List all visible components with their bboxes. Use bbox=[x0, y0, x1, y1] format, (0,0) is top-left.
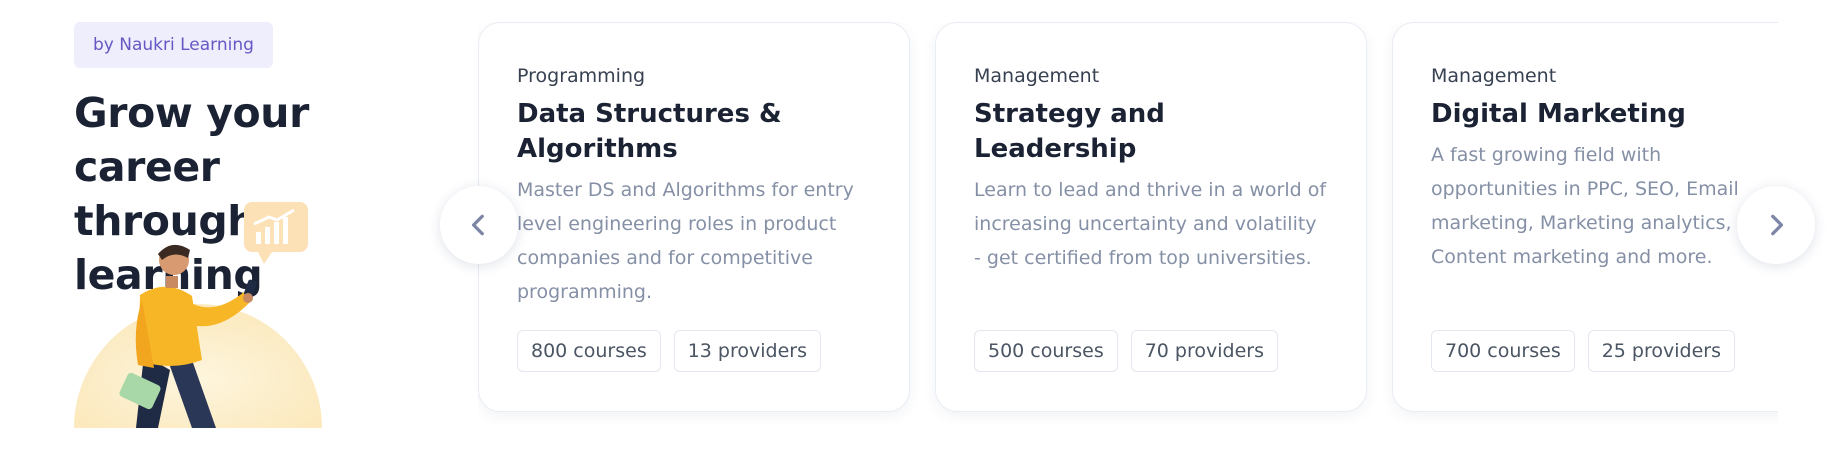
brand-badge: by Naukri Learning bbox=[74, 22, 273, 68]
card-category: Programming bbox=[517, 65, 646, 87]
carousel-next-button[interactable] bbox=[1737, 186, 1815, 264]
card-description: Learn to lead and thrive in a world of i… bbox=[974, 179, 1327, 269]
providers-count: 70 providers bbox=[1130, 330, 1278, 372]
bar-chart-icon bbox=[244, 202, 308, 264]
courses-count: 700 courses bbox=[1431, 330, 1575, 372]
card-stats: 700 courses 25 providers bbox=[1431, 330, 1735, 372]
course-carousel: Programming Data Structures & Algorithms… bbox=[478, 22, 1778, 442]
card-title: Strategy and Leadership bbox=[974, 99, 1165, 164]
courses-count: 500 courses bbox=[974, 330, 1118, 372]
card-stats: 800 courses 13 providers bbox=[517, 330, 821, 372]
card-title: Data Structures & Algorithms bbox=[517, 99, 782, 164]
course-card[interactable]: Management Strategy and Leadership Learn… bbox=[935, 22, 1367, 412]
chevron-right-icon bbox=[1771, 214, 1784, 236]
providers-count: 25 providers bbox=[1587, 330, 1735, 372]
course-card[interactable]: Management Digital Marketing A fast grow… bbox=[1392, 22, 1778, 412]
card-title: Digital Marketing bbox=[1431, 99, 1686, 129]
course-card[interactable]: Programming Data Structures & Algorithms… bbox=[478, 22, 910, 412]
card-stats: 500 courses 70 providers bbox=[974, 330, 1278, 372]
headline-line-1: Grow your career bbox=[74, 89, 309, 191]
providers-count: 13 providers bbox=[673, 330, 821, 372]
courses-count: 800 courses bbox=[517, 330, 661, 372]
card-category: Management bbox=[974, 65, 1100, 87]
card-description: Master DS and Algorithms for entry level… bbox=[517, 179, 854, 303]
career-illustration bbox=[74, 202, 322, 428]
card-description: A fast growing field with opportunities … bbox=[1431, 144, 1739, 268]
card-category: Management bbox=[1431, 65, 1557, 87]
carousel-prev-button[interactable] bbox=[440, 186, 518, 264]
chevron-left-icon bbox=[471, 214, 484, 236]
